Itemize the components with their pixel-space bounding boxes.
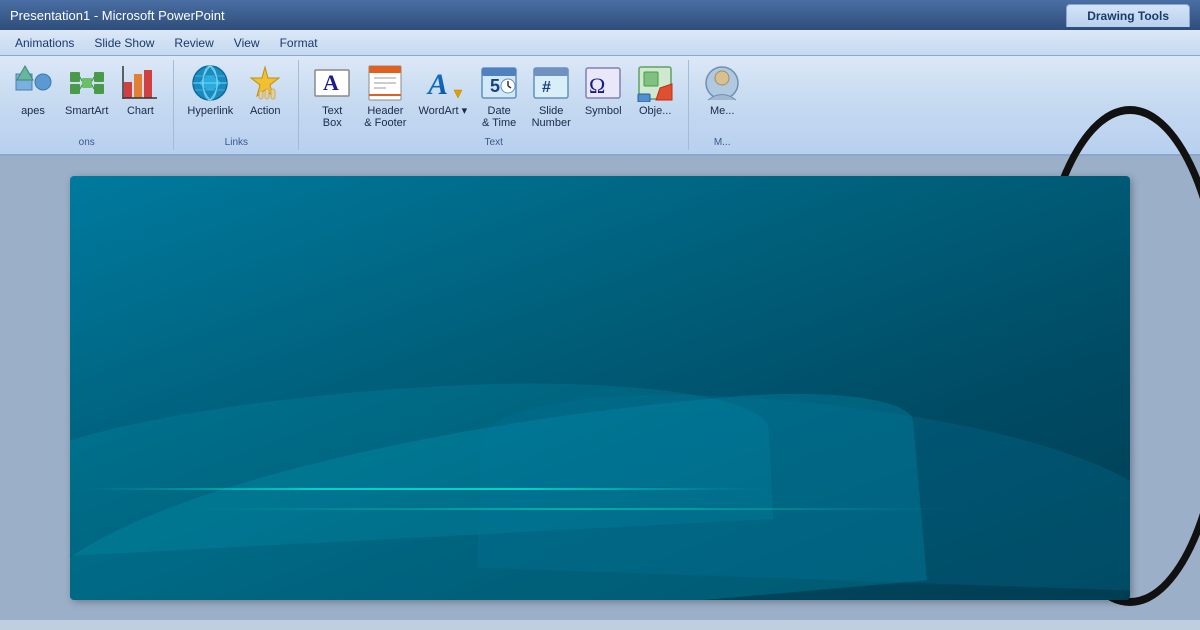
symbol-icon: Ω [583,63,623,103]
symbol-label: Symbol [585,105,622,117]
textbox-icon: A [312,63,352,103]
wave-3 [477,388,1130,592]
headerfooter-icon [365,63,405,103]
textbox-button[interactable]: A TextBox [307,60,357,132]
smartart-icon [67,63,107,103]
links-buttons: Hyperlink Action [182,60,290,145]
text-buttons: A TextBox Header& Footer [307,60,680,145]
slidenumber-icon: # [531,63,571,103]
svg-text:A: A [323,70,339,95]
title-bar: Presentation1 - Microsoft PowerPoint Dra… [0,0,1200,30]
links-group-label: Links [174,137,298,148]
ribbon-group-illustrations: apes SmartArt [0,60,174,150]
wordart-button[interactable]: A WordArt ▾ [413,60,472,120]
smartart-label: SmartArt [65,105,108,117]
wordart-icon: A [423,63,463,103]
menu-animations[interactable]: Animations [5,33,84,53]
menu-bar: Animations Slide Show Review View Format [0,30,1200,56]
hyperlink-icon [190,63,230,103]
chart-label: Chart [127,105,154,117]
menu-format[interactable]: Format [270,33,328,53]
textbox-label: TextBox [322,105,342,129]
smartart-button[interactable]: SmartArt [60,60,113,120]
app-title: Presentation1 - Microsoft PowerPoint [10,8,766,23]
chart-button[interactable]: Chart [115,60,165,120]
headerfooter-label: Header& Footer [364,105,406,129]
datetime-button[interactable]: 5 Date& Time [474,60,524,132]
ribbon: apes SmartArt [0,56,1200,156]
action-button[interactable]: Action [240,60,290,120]
ribbon-group-text: A TextBox Header& Footer [299,60,689,150]
ribbon-group-media: Me... M... [689,60,755,150]
svg-text:5: 5 [490,76,500,96]
hyperlink-label: Hyperlink [187,105,233,117]
media-icon [702,63,742,103]
hyperlink-button[interactable]: Hyperlink [182,60,238,120]
slidenumber-button[interactable]: # SlideNumber [526,60,576,132]
headerfooter-button[interactable]: Header& Footer [359,60,411,132]
action-label: Action [250,105,281,117]
drawing-tools-tab[interactable]: Drawing Tools [1066,4,1190,27]
accent-line-2 [170,508,970,510]
ribbon-group-links: Hyperlink Action Links [174,60,299,150]
media-button[interactable]: Me... [697,60,747,120]
media-buttons: Me... [697,60,747,145]
menu-slideshow[interactable]: Slide Show [84,33,164,53]
symbol-button[interactable]: Ω Symbol [578,60,628,120]
media-label: Me... [710,105,734,117]
media-group-label: M... [689,137,755,148]
object-icon [635,63,675,103]
menu-review[interactable]: Review [164,33,223,53]
object-label: Obje... [639,105,671,117]
chart-icon [120,63,160,103]
wordart-label: WordArt ▾ [418,105,467,117]
datetime-icon: 5 [479,63,519,103]
action-icon [245,63,285,103]
slide-area [0,156,1200,620]
datetime-label: Date& Time [482,105,516,129]
menu-view[interactable]: View [224,33,270,53]
slidenumber-label: SlideNumber [532,105,571,129]
accent-line-1 [70,488,770,490]
slide [70,176,1130,600]
svg-text:Ω: Ω [589,73,605,98]
svg-text:#: # [542,79,551,96]
illustrations-buttons: apes SmartArt [8,60,165,145]
shapes-label: apes [21,105,45,117]
text-group-label: Text [299,137,688,148]
shapes-button[interactable]: apes [8,60,58,120]
shapes-icon [13,63,53,103]
slide-background [70,176,1130,600]
object-button[interactable]: Obje... [630,60,680,120]
svg-text:A: A [426,68,448,101]
illustrations-group-label: ons [0,137,173,148]
